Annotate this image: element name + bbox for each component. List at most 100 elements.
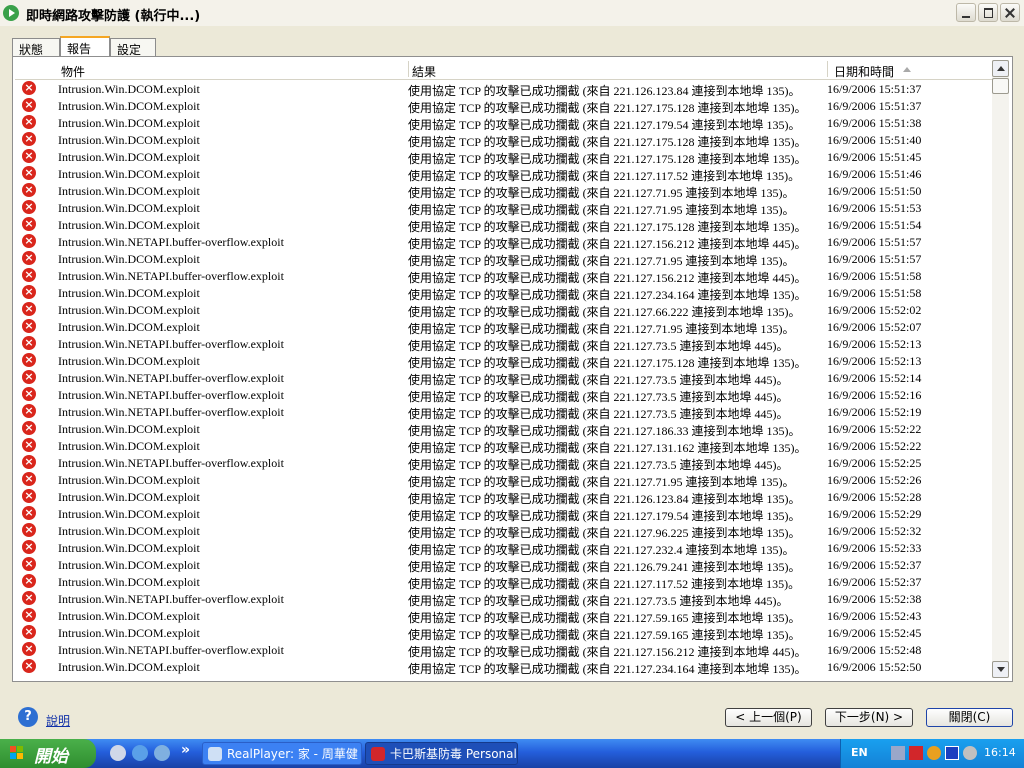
table-row[interactable]: × Intrusion.Win.NETAPI.buffer-overflow.ex… [15, 641, 995, 659]
table-row[interactable]: × Intrusion.Win.DCOM.exploit 使用協定 TCP 的攻擊已… [15, 284, 995, 302]
error-icon: × [22, 387, 36, 401]
object-cell: Intrusion.Win.DCOM.exploit [58, 184, 200, 198]
close-button[interactable]: 關閉(C) [926, 708, 1013, 727]
minimize-button[interactable] [956, 3, 976, 22]
table-row[interactable]: × Intrusion.Win.DCOM.exploit 使用協定 TCP 的攻擊已… [15, 420, 995, 438]
next-button[interactable]: 下一步(N) > [825, 708, 913, 727]
table-row[interactable]: × Intrusion.Win.DCOM.exploit 使用協定 TCP 的攻擊已… [15, 216, 995, 234]
system-tray: EN 16:14 [840, 739, 1024, 768]
table-row[interactable]: × Intrusion.Win.NETAPI.buffer-overflow.ex… [15, 369, 995, 387]
player-tray-icon[interactable] [945, 746, 959, 760]
datetime-cell: 16/9/2006 15:51:54 [827, 218, 922, 232]
table-row[interactable]: × Intrusion.Win.NETAPI.buffer-overflow.ex… [15, 590, 995, 608]
error-icon: × [22, 81, 36, 95]
object-cell: Intrusion.Win.DCOM.exploit [58, 507, 200, 521]
table-row[interactable]: × Intrusion.Win.NETAPI.buffer-overflow.ex… [15, 454, 995, 472]
datetime-cell: 16/9/2006 15:51:40 [827, 133, 922, 147]
table-row[interactable]: × Intrusion.Win.DCOM.exploit 使用協定 TCP 的攻擊已… [15, 199, 995, 217]
error-icon: × [22, 523, 36, 537]
report-list[interactable]: 物件 結果 日期和時間 × Intrusion.Win.DCOM.exploit 使… [15, 59, 995, 679]
restore-button[interactable] [978, 3, 998, 22]
internet-explorer-icon[interactable] [132, 745, 148, 761]
table-row[interactable]: × Intrusion.Win.DCOM.exploit 使用協定 TCP 的攻擊已… [15, 539, 995, 557]
table-row[interactable]: × Intrusion.Win.DCOM.exploit 使用協定 TCP 的攻擊已… [15, 607, 995, 625]
error-icon: × [22, 285, 36, 299]
datetime-cell: 16/9/2006 15:52:38 [827, 592, 922, 606]
table-row[interactable]: × Intrusion.Win.DCOM.exploit 使用協定 TCP 的攻擊已… [15, 556, 995, 574]
datetime-cell: 16/9/2006 15:52:02 [827, 303, 922, 317]
table-row[interactable]: × Intrusion.Win.DCOM.exploit 使用協定 TCP 的攻擊已… [15, 505, 995, 523]
help-icon[interactable]: ? [18, 707, 38, 727]
kaspersky-tray-icon[interactable] [909, 746, 923, 760]
object-cell: Intrusion.Win.DCOM.exploit [58, 439, 200, 453]
table-row[interactable]: × Intrusion.Win.DCOM.exploit 使用協定 TCP 的攻擊已… [15, 301, 995, 319]
error-icon: × [22, 489, 36, 503]
datetime-cell: 16/9/2006 15:52:37 [827, 575, 922, 589]
close-window-button[interactable] [1000, 3, 1020, 22]
column-header-datetime[interactable]: 日期和時間 [834, 63, 894, 80]
tab-report[interactable]: 報告 [60, 36, 110, 57]
table-row[interactable]: × Intrusion.Win.DCOM.exploit 使用協定 TCP 的攻擊已… [15, 148, 995, 166]
list-header: 物件 結果 日期和時間 [15, 59, 995, 80]
show-desktop-icon[interactable] [154, 745, 170, 761]
table-row[interactable]: × Intrusion.Win.DCOM.exploit 使用協定 TCP 的攻擊已… [15, 165, 995, 183]
scroll-thumb[interactable] [992, 78, 1009, 94]
scroll-down-button[interactable] [992, 661, 1009, 678]
table-row[interactable]: × Intrusion.Win.DCOM.exploit 使用協定 TCP 的攻擊已… [15, 471, 995, 489]
error-icon: × [22, 421, 36, 435]
object-cell: Intrusion.Win.DCOM.exploit [58, 422, 200, 436]
taskbar-item-realplayer[interactable]: RealPlayer: 家 - 周華健 [202, 742, 362, 765]
windows-logo-icon [10, 746, 24, 760]
table-row[interactable]: × Intrusion.Win.NETAPI.buffer-overflow.ex… [15, 267, 995, 285]
table-row[interactable]: × Intrusion.Win.DCOM.exploit 使用協定 TCP 的攻擊已… [15, 250, 995, 268]
error-icon: × [22, 438, 36, 452]
table-row[interactable]: × Intrusion.Win.DCOM.exploit 使用協定 TCP 的攻擊已… [15, 97, 995, 115]
table-row[interactable]: × Intrusion.Win.NETAPI.buffer-overflow.ex… [15, 386, 995, 404]
column-header-result[interactable]: 結果 [412, 63, 436, 80]
network-icon[interactable] [891, 746, 905, 760]
table-row[interactable]: × Intrusion.Win.NETAPI.buffer-overflow.ex… [15, 335, 995, 353]
quicklaunch-more-icon[interactable]: » [181, 742, 190, 758]
blocked-icon[interactable] [927, 746, 941, 760]
error-icon: × [22, 336, 36, 350]
tab-status[interactable]: 狀態 [12, 38, 60, 57]
vertical-scrollbar[interactable] [992, 60, 1009, 678]
volume-icon[interactable] [963, 746, 977, 760]
table-row[interactable]: × Intrusion.Win.DCOM.exploit 使用協定 TCP 的攻擊已… [15, 573, 995, 591]
error-icon: × [22, 149, 36, 163]
table-row[interactable]: × Intrusion.Win.NETAPI.buffer-overflow.ex… [15, 233, 995, 251]
datetime-cell: 16/9/2006 15:52:22 [827, 422, 922, 436]
scroll-up-button[interactable] [992, 60, 1009, 77]
table-row[interactable]: × Intrusion.Win.DCOM.exploit 使用協定 TCP 的攻擊已… [15, 318, 995, 336]
object-cell: Intrusion.Win.DCOM.exploit [58, 524, 200, 538]
help-link[interactable]: 說明 [46, 712, 70, 729]
table-row[interactable]: × Intrusion.Win.DCOM.exploit 使用協定 TCP 的攻擊已… [15, 624, 995, 642]
datetime-cell: 16/9/2006 15:51:45 [827, 150, 922, 164]
table-row[interactable]: × Intrusion.Win.DCOM.exploit 使用協定 TCP 的攻擊已… [15, 437, 995, 455]
table-row[interactable]: × Intrusion.Win.DCOM.exploit 使用協定 TCP 的攻擊已… [15, 488, 995, 506]
taskbar-item-kaspersky[interactable]: 卡巴斯基防毒 Personal [365, 742, 518, 765]
start-button[interactable]: 開始 [0, 739, 96, 768]
object-cell: Intrusion.Win.DCOM.exploit [58, 133, 200, 147]
datetime-cell: 16/9/2006 15:52:25 [827, 456, 922, 470]
table-row[interactable]: × Intrusion.Win.DCOM.exploit 使用協定 TCP 的攻擊已… [15, 131, 995, 149]
table-row[interactable]: × Intrusion.Win.NETAPI.buffer-overflow.ex… [15, 403, 995, 421]
language-indicator[interactable]: EN [851, 746, 868, 759]
error-icon: × [22, 625, 36, 639]
column-header-object[interactable]: 物件 [61, 63, 85, 80]
table-row[interactable]: × Intrusion.Win.DCOM.exploit 使用協定 TCP 的攻擊已… [15, 658, 995, 676]
previous-button[interactable]: < 上一個(P) [725, 708, 812, 727]
object-cell: Intrusion.Win.NETAPI.buffer-overflow.exp… [58, 405, 284, 419]
media-player-icon[interactable] [110, 745, 126, 761]
table-row[interactable]: × Intrusion.Win.DCOM.exploit 使用協定 TCP 的攻擊已… [15, 522, 995, 540]
datetime-cell: 16/9/2006 15:51:57 [827, 252, 922, 266]
table-row[interactable]: × Intrusion.Win.DCOM.exploit 使用協定 TCP 的攻擊已… [15, 80, 995, 98]
table-row[interactable]: × Intrusion.Win.DCOM.exploit 使用協定 TCP 的攻擊已… [15, 352, 995, 370]
object-cell: Intrusion.Win.DCOM.exploit [58, 490, 200, 504]
column-divider[interactable] [408, 61, 409, 77]
table-row[interactable]: × Intrusion.Win.DCOM.exploit 使用協定 TCP 的攻擊已… [15, 114, 995, 132]
tab-settings[interactable]: 設定 [110, 38, 156, 57]
table-row[interactable]: × Intrusion.Win.DCOM.exploit 使用協定 TCP 的攻擊已… [15, 182, 995, 200]
object-cell: Intrusion.Win.DCOM.exploit [58, 252, 200, 266]
column-divider[interactable] [827, 61, 828, 77]
